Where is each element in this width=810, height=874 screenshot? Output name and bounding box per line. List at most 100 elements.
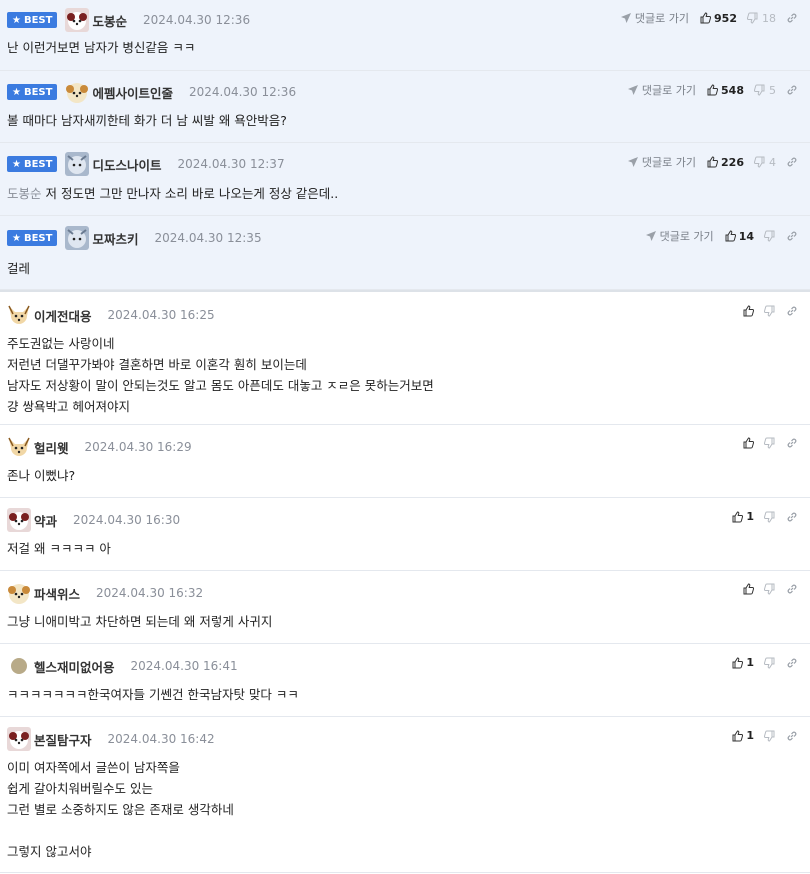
comment-body: 그냥 니애미박고 차단하면 되는데 왜 저렇게 사귀지 xyxy=(7,614,273,629)
star-icon: ★ xyxy=(12,232,21,244)
upvote-button[interactable]: 1 xyxy=(731,510,754,523)
downvote-button[interactable]: 4 xyxy=(754,156,776,169)
upvote-button[interactable]: 1 xyxy=(731,656,754,669)
comment: 파색위스 2024.04.30 16:32 그냥 니애미박고 차단하면 되는데 … xyxy=(0,571,810,644)
nickname[interactable]: 본질탐구자 xyxy=(34,730,92,749)
comment: 헬스재미없어용 2024.04.30 16:41 1 ㅋㅋㅋㅋㅋㅋㅋ한국여자들 … xyxy=(0,644,810,717)
nickname[interactable]: 파색위스 xyxy=(34,584,80,603)
thumbs-up-icon xyxy=(699,12,712,24)
avatar xyxy=(8,305,30,324)
comment-body: ㅋㅋㅋㅋㅋㅋㅋ한국여자들 기쎈건 한국남자탓 맞다 ㅋㅋ xyxy=(7,687,299,702)
goto-reply-link[interactable]: 댓글로 가기 xyxy=(645,228,714,244)
upvote-button[interactable]: 226 xyxy=(706,156,744,169)
link-icon[interactable] xyxy=(786,437,798,449)
link-icon[interactable] xyxy=(786,230,798,242)
comment: 본질탐구자 2024.04.30 16:42 1 이미 여자쪽에서 글쓴이 남자… xyxy=(0,717,810,873)
thumbs-down-icon xyxy=(764,657,776,669)
goto-reply-link[interactable]: 댓글로 가기 xyxy=(620,10,689,26)
comment: 헐리웻 2024.04.30 16:29 존나 이뻤냐? xyxy=(0,425,810,498)
downvote-button[interactable] xyxy=(764,511,776,523)
send-icon xyxy=(645,230,657,242)
send-icon xyxy=(627,156,639,168)
nickname[interactable]: 디도스나이트 xyxy=(92,155,161,174)
best-comment: ★ BEST 모짜츠키 2024.04.30 12:35 댓글로 가기 14 걸레 xyxy=(0,216,810,290)
avatar xyxy=(66,83,89,103)
nickname[interactable]: 모짜츠키 xyxy=(92,229,138,248)
upvote-button[interactable] xyxy=(742,437,754,449)
comment-body: 볼 때마다 남자새끼한테 화가 더 남 씨발 왜 욕안박음? xyxy=(7,113,287,128)
downvote-button[interactable]: 5 xyxy=(754,84,776,97)
nickname[interactable]: 에펨사이트인줄 xyxy=(92,83,173,102)
timestamp: 2024.04.30 12:37 xyxy=(177,157,285,171)
nickname[interactable]: 약과 xyxy=(34,511,57,530)
thumbs-down-icon xyxy=(764,437,776,449)
link-icon[interactable] xyxy=(786,657,798,669)
upvote-button[interactable]: 14 xyxy=(724,230,754,243)
thumbs-down-icon xyxy=(764,230,776,242)
link-icon[interactable] xyxy=(786,730,798,742)
comment-body: 존나 이뻤냐? xyxy=(7,468,76,483)
best-comment: ★ BEST 에펨사이트인줄 2024.04.30 12:36 댓글로 가기 54… xyxy=(0,71,810,143)
link-icon[interactable] xyxy=(786,511,798,523)
timestamp: 2024.04.30 16:41 xyxy=(130,659,238,673)
downvote-button[interactable] xyxy=(764,730,776,742)
downvote-button[interactable] xyxy=(764,437,776,449)
link-icon[interactable] xyxy=(786,305,798,317)
avatar xyxy=(8,584,30,604)
upvote-button[interactable]: 1 xyxy=(731,729,754,742)
comment-body: 주도권없는 사랑이네 저런년 더댈꾸가봐야 결혼하면 바로 이혼각 훤히 보이는데… xyxy=(7,336,434,414)
best-comment: ★ BEST 디도스나이트 2024.04.30 12:37 댓글로 가기 226… xyxy=(0,143,810,216)
thumbs-down-icon xyxy=(754,84,766,96)
best-badge: ★ BEST xyxy=(7,12,58,28)
nickname[interactable]: 도봉순 xyxy=(92,11,127,30)
timestamp: 2024.04.30 16:30 xyxy=(73,513,181,527)
thumbs-up-icon xyxy=(706,156,719,168)
thumbs-up-icon xyxy=(742,437,754,449)
link-icon[interactable] xyxy=(786,12,798,24)
thumbs-up-icon xyxy=(731,510,744,523)
nickname[interactable]: 이게전대용 xyxy=(34,306,92,325)
comment-body: 걸레 xyxy=(7,261,31,276)
link-icon[interactable] xyxy=(786,583,798,595)
thumbs-up-icon xyxy=(724,230,736,242)
comment-body: 난 이런거보면 남자가 병신같음 ㅋㅋ xyxy=(7,40,196,55)
thumbs-down-icon xyxy=(747,12,759,24)
thumbs-up-icon xyxy=(731,656,744,669)
best-badge: ★ BEST xyxy=(7,230,58,246)
downvote-button[interactable] xyxy=(764,305,776,317)
timestamp: 2024.04.30 16:32 xyxy=(96,586,204,600)
star-icon: ★ xyxy=(12,14,21,26)
downvote-button[interactable] xyxy=(764,657,776,669)
comment-list: ★ BEST 도봉순 2024.04.30 12:36 댓글로 가기 952 18… xyxy=(0,0,810,873)
thumbs-up-icon xyxy=(742,305,754,317)
upvote-button[interactable] xyxy=(742,305,754,317)
comment: 약과 2024.04.30 16:30 1 저걸 왜 ㅋㅋㅋㅋ 아 xyxy=(0,498,810,571)
timestamp: 2024.04.30 16:25 xyxy=(107,308,215,322)
avatar xyxy=(65,226,90,250)
nickname[interactable]: 헐리웻 xyxy=(34,438,69,457)
thumbs-down-icon xyxy=(764,305,776,317)
comment-body: 저걸 왜 ㅋㅋㅋㅋ 아 xyxy=(7,541,111,556)
best-badge: ★ BEST xyxy=(7,156,58,172)
comment-body: 이미 여자쪽에서 글쓴이 남자쪽을 쉽게 갈아치워버릴수도 있는 그런 별로 소중하… xyxy=(7,760,234,859)
link-icon[interactable] xyxy=(786,156,798,168)
mention-link[interactable]: 도봉순 xyxy=(7,186,42,201)
thumbs-down-icon xyxy=(754,156,766,168)
best-badge: ★ BEST xyxy=(7,84,58,100)
downvote-button[interactable] xyxy=(764,230,776,242)
upvote-button[interactable]: 548 xyxy=(706,84,744,97)
comment: 이게전대용 2024.04.30 16:25 주도권없는 사랑이네 저런년 더댈꾸… xyxy=(0,292,810,425)
thumbs-down-icon xyxy=(764,583,776,595)
comment-body: 도봉순 저 정도면 그만 만나자 소리 바로 나오는게 정상 같은데.. xyxy=(7,186,339,201)
nickname[interactable]: 헬스재미없어용 xyxy=(34,657,115,676)
send-icon xyxy=(620,12,632,24)
upvote-button[interactable]: 952 xyxy=(699,12,737,25)
link-icon[interactable] xyxy=(786,84,798,96)
upvote-button[interactable] xyxy=(742,583,754,595)
goto-reply-link[interactable]: 댓글로 가기 xyxy=(627,154,696,170)
downvote-button[interactable]: 18 xyxy=(747,12,776,25)
downvote-button[interactable] xyxy=(764,583,776,595)
goto-reply-link[interactable]: 댓글로 가기 xyxy=(627,82,696,98)
thumbs-down-icon xyxy=(764,730,776,742)
timestamp: 2024.04.30 16:42 xyxy=(107,732,215,746)
